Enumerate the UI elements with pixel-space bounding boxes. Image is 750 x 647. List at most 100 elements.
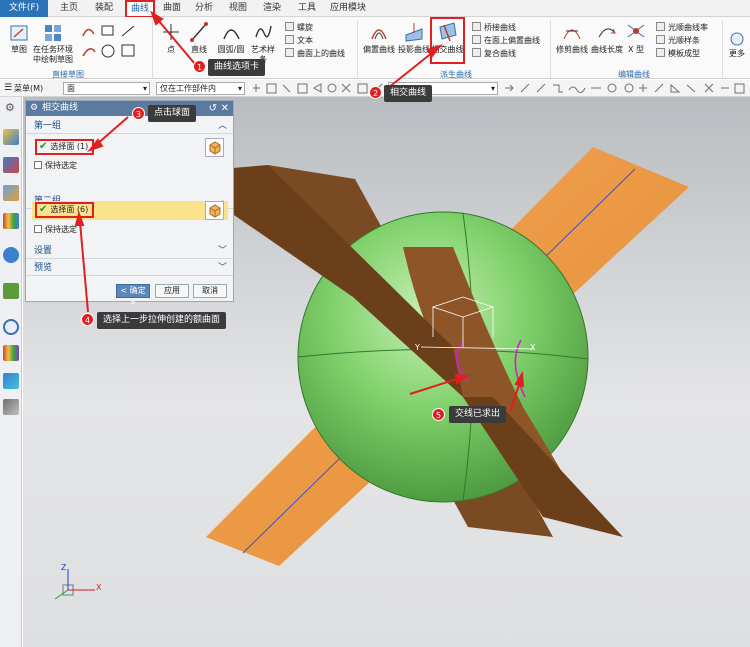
menu-bar: 文件(F) 主页 装配 曲线 曲面 分析 视图 渲染 工具 应用模块 <box>0 0 750 18</box>
arc-button[interactable]: 圆弧/圆 <box>214 21 248 55</box>
in-task-label-2: 中绘制草图 <box>33 55 73 64</box>
group1-select-label: 选择面 (1) <box>50 142 89 151</box>
reset-icon[interactable]: ↺ <box>209 101 217 116</box>
curve-on-face-label: 曲面上的曲线 <box>297 49 345 58</box>
checkbox[interactable] <box>34 161 42 169</box>
file-menu-button[interactable]: 文件(F) <box>0 0 48 17</box>
sketch-curve-tools[interactable] <box>80 22 142 62</box>
apply-button[interactable]: 应用 <box>155 284 189 298</box>
selection-tool-icons[interactable] <box>250 82 385 95</box>
curve-length-button[interactable]: 曲线长度 <box>591 21 623 55</box>
resource-bar: ⚙ <box>0 97 22 647</box>
tab-home[interactable]: 主页 <box>60 0 78 17</box>
callout-intersect-curve: 相交曲线 <box>384 85 433 102</box>
tab-curve[interactable]: 曲线 <box>125 0 156 18</box>
group2-keep-selected[interactable]: 保持选定 <box>34 225 77 235</box>
preview-section[interactable]: 预览 ﹀ <box>26 261 233 276</box>
selection-scope-dropdown[interactable]: 仅在工作部件内 <box>156 82 245 95</box>
assembly-navigator-icon[interactable] <box>3 129 19 145</box>
smooth-rate-label: 光顺曲线率 <box>668 23 708 32</box>
curve-length-icon <box>598 28 616 38</box>
group1-keep-selected[interactable]: 保持选定 <box>34 161 77 171</box>
system-materials-icon[interactable] <box>3 345 19 361</box>
menu-dropdown[interactable]: 菜单(M) <box>14 83 43 94</box>
group1-header[interactable]: 第一组 ︿ <box>26 119 233 134</box>
history-icon[interactable] <box>3 283 19 299</box>
tab-render[interactable]: 渲染 <box>263 0 281 17</box>
template-form-label: 模板成型 <box>668 49 700 58</box>
intersect-curve-dialog: ⚙ 相交曲线 ↺ ✕ 第一组︿ ✔选择面 (1) 保持选定 第二组︿ ✔选择面 … <box>25 100 234 307</box>
tab-assembly[interactable]: 装配 <box>95 0 113 17</box>
arc-label: 圆弧/圆 <box>217 45 245 54</box>
x-form-button[interactable]: X 型 <box>624 21 648 55</box>
group1-select-face[interactable]: ✔ 选择面 (1) <box>35 139 95 155</box>
reuse-library-icon[interactable] <box>3 213 19 229</box>
expand-icon: ﹀ <box>217 263 227 273</box>
roles-icon[interactable] <box>3 399 19 415</box>
selection-filter-dropdown[interactable]: 面 <box>63 82 150 95</box>
project-curve-button[interactable]: 投影曲线 <box>398 21 430 55</box>
clock-icon[interactable] <box>3 319 19 335</box>
template-form-button[interactable]: 模板成型 <box>656 48 700 59</box>
curve-on-face-icon <box>285 48 294 57</box>
constraint-navigator-icon[interactable] <box>3 157 19 173</box>
curve-on-face-button[interactable]: 曲面上的曲线 <box>285 48 345 59</box>
tab-analysis[interactable]: 分析 <box>195 0 213 17</box>
smooth-rate-button[interactable]: 光顺曲线率 <box>656 22 708 33</box>
text-label: 文本 <box>297 36 313 45</box>
helix-icon <box>285 22 294 31</box>
arc-icon <box>223 29 240 40</box>
group1-select-face-row[interactable]: ✔ 选择面 (1) <box>32 138 228 157</box>
offset-curve-icon <box>371 29 387 40</box>
composite-curve-icon <box>472 48 481 57</box>
settings-section[interactable]: 设置 ﹀ <box>26 244 233 259</box>
tab-view[interactable]: 视图 <box>229 0 247 17</box>
derived-curve-group-label: 派生曲线 <box>440 70 472 79</box>
in-task-sketch-button[interactable]: 在任务环境 中绘制草图 <box>32 23 74 65</box>
text-button[interactable]: 文本 <box>285 35 313 46</box>
face-filter-cube-icon[interactable] <box>205 138 224 157</box>
checkbox[interactable] <box>34 225 42 233</box>
dialog-title: 相交曲线 <box>42 103 79 113</box>
expand-icon: ﹀ <box>217 246 227 256</box>
tab-tools[interactable]: 工具 <box>298 0 316 17</box>
bridge-curve-icon <box>472 22 481 31</box>
tab-surface[interactable]: 曲面 <box>163 0 181 17</box>
dialog-gear-icon[interactable]: ⚙ <box>30 101 38 116</box>
csys-x-label: X <box>530 343 536 352</box>
composite-curve-button[interactable]: 复合曲线 <box>472 48 516 59</box>
point-button[interactable]: 点 <box>160 21 182 55</box>
group2-select-face-row[interactable]: ✔ 选择面 (6) <box>32 201 228 220</box>
ok-button[interactable]: < 确定 > <box>116 284 150 307</box>
callout-curve-found: 交线已求出 <box>449 406 507 423</box>
line-button[interactable]: 直线 <box>188 21 210 55</box>
part-navigator-icon[interactable] <box>3 185 19 201</box>
offset-curve-button[interactable]: 偏置曲线 <box>362 21 396 55</box>
tab-applications[interactable]: 应用模块 <box>330 0 366 17</box>
callout-curve-tab: 曲线选项卡 <box>208 59 266 76</box>
group2-select-face[interactable]: ✔ 选择面 (6) <box>35 202 95 218</box>
face-filter-cube-icon[interactable] <box>205 201 224 220</box>
ribbon: 草图 在任务环境 中绘制草图 直接草图 点 直线 圆弧/圆 艺术样条 螺旋 文本… <box>0 17 750 79</box>
process-studio-icon[interactable] <box>3 373 19 389</box>
more-button[interactable]: 更多 <box>726 31 748 59</box>
snap-point-icons[interactable] <box>503 82 748 95</box>
smooth-spline-icon <box>656 35 665 44</box>
close-icon[interactable]: ✕ <box>221 101 229 116</box>
text-icon <box>285 35 294 44</box>
group2-keep-label: 保持选定 <box>45 225 77 234</box>
cancel-button[interactable]: 取消 <box>193 284 227 298</box>
web-browser-icon[interactable] <box>3 247 19 263</box>
settings-gear-icon[interactable]: ⚙ <box>5 101 15 114</box>
task-sketch-icon <box>45 25 61 41</box>
menu-icon[interactable]: ☰ <box>4 83 12 93</box>
bridge-curve-button[interactable]: 桥接曲线 <box>472 22 516 33</box>
settings-title: 设置 <box>34 246 53 256</box>
smooth-spline-button[interactable]: 光顺样条 <box>656 35 700 46</box>
sketch-button[interactable]: 草图 <box>6 23 32 55</box>
curve-length-label: 曲线长度 <box>591 45 623 54</box>
offset-on-face-button[interactable]: 在面上偏置曲线 <box>472 35 540 46</box>
helix-button[interactable]: 螺旋 <box>285 22 313 33</box>
offset-on-face-icon <box>472 35 481 44</box>
trim-curve-button[interactable]: 修剪曲线 <box>555 21 589 55</box>
